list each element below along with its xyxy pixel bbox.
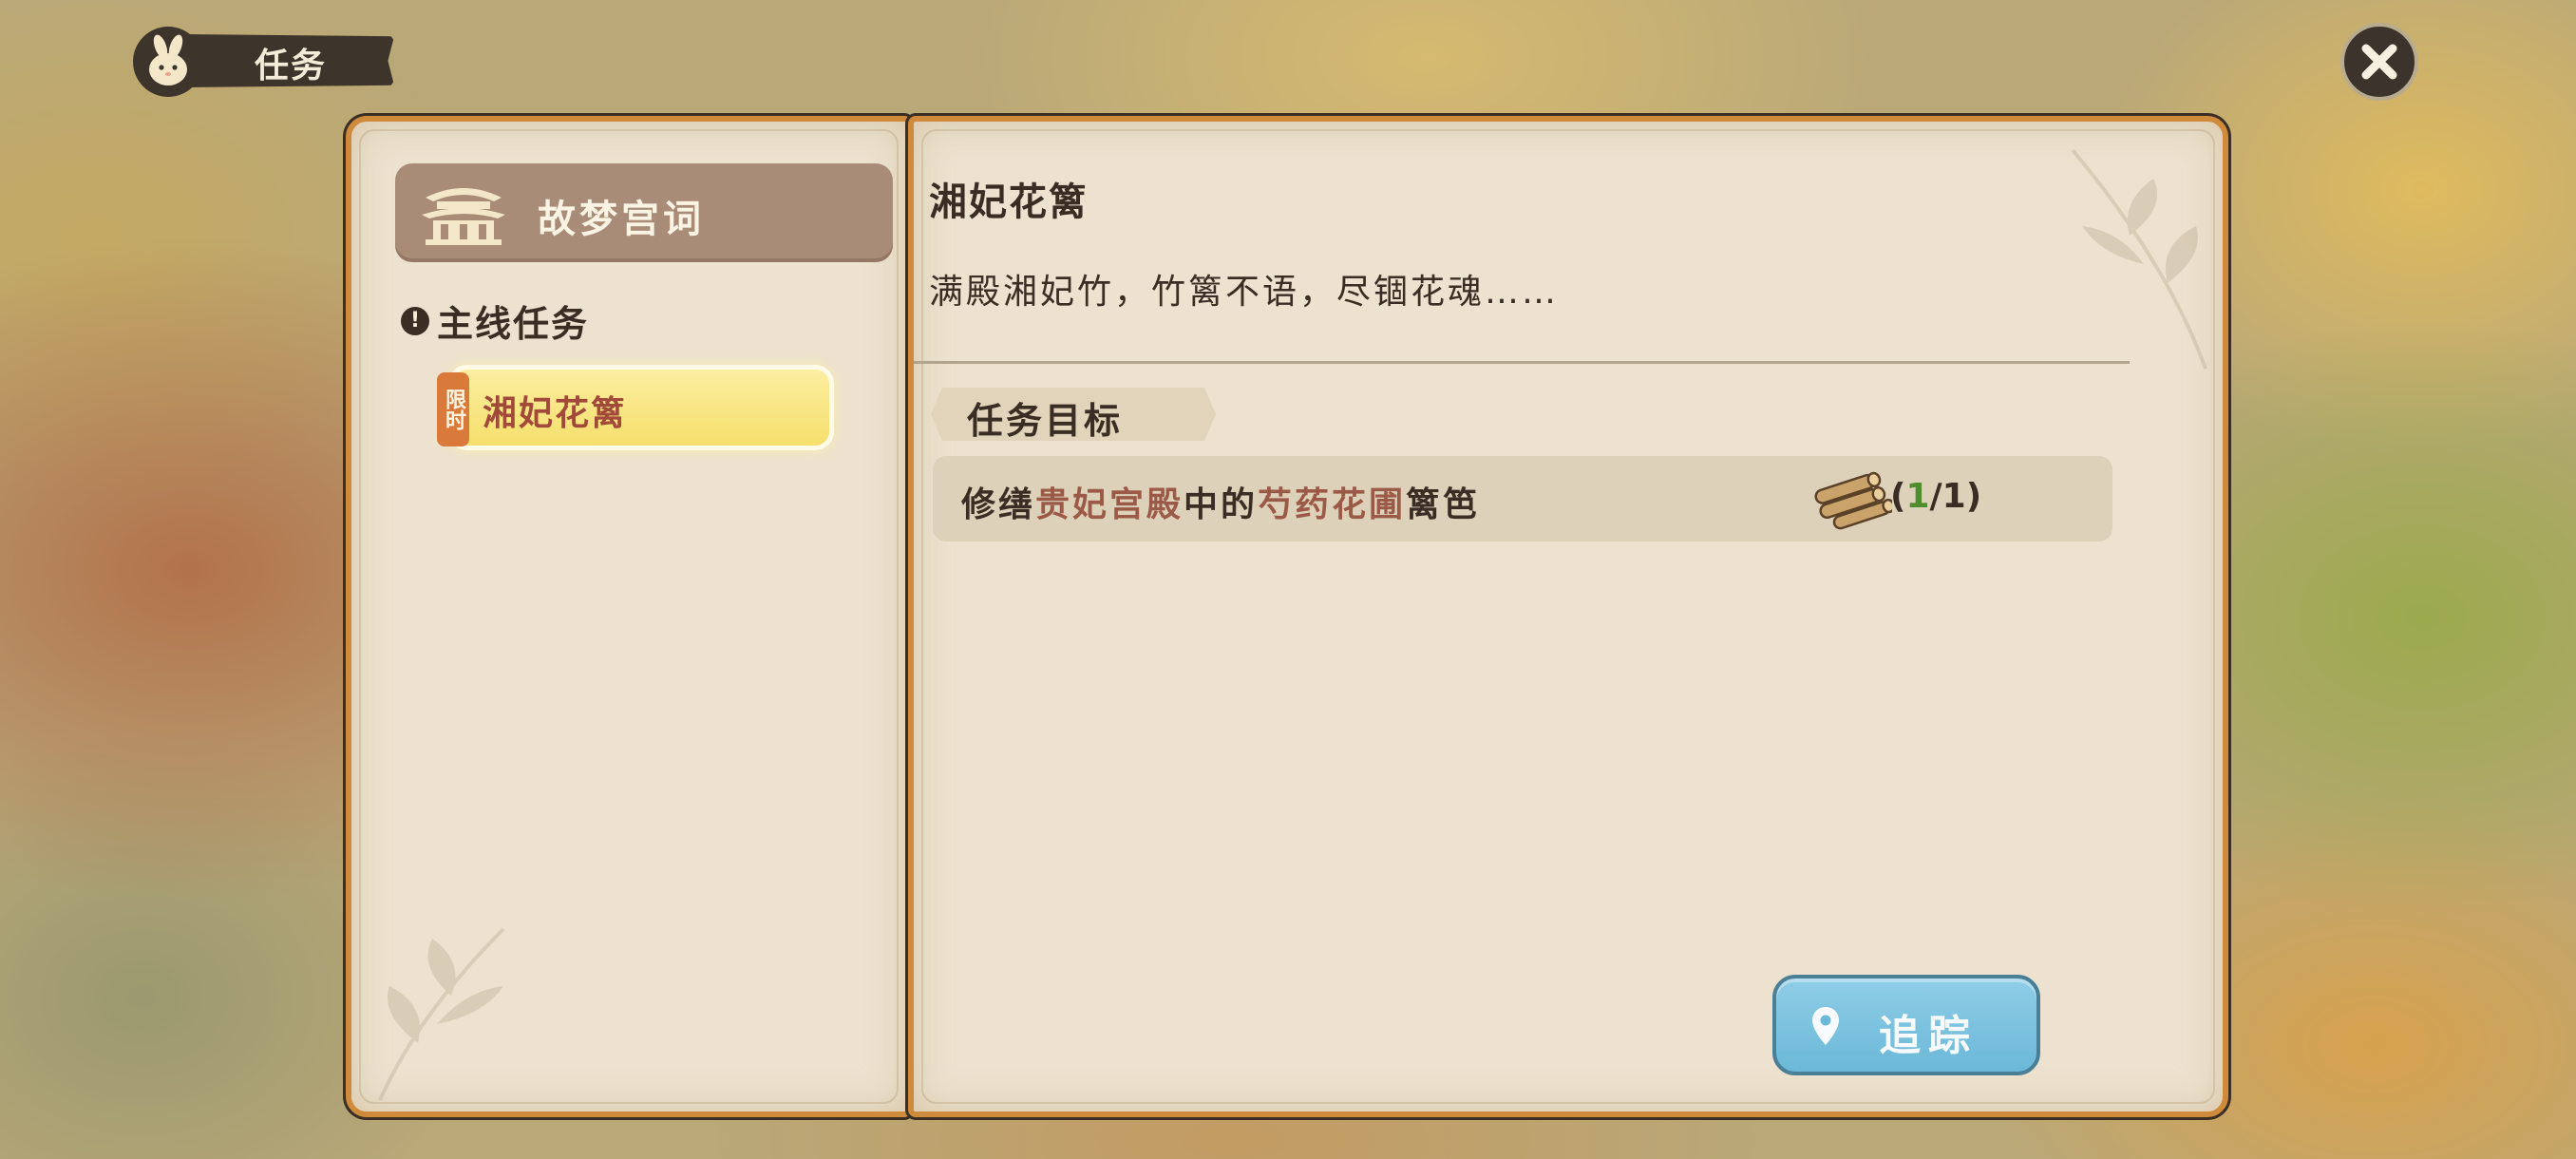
track-button[interactable]: 追踪 bbox=[1772, 975, 2040, 1075]
alert-icon: ! bbox=[401, 306, 429, 335]
objective-target: 芍药花圃 bbox=[1258, 485, 1407, 524]
quest-description: 满殿湘妃竹，竹篱不语，尽锢花魂…… bbox=[929, 273, 1560, 312]
objective-row: 修缮贵妃宫殿中的芍药花圃篱笆 (1/1) bbox=[933, 456, 2112, 542]
leaf-decoration-icon bbox=[378, 927, 505, 1101]
quest-detail-page: 湘妃花篱 满殿湘妃竹，竹篱不语，尽锢花魂…… 任务目标 修缮贵妃宫殿中的芍药花圃… bbox=[908, 116, 2228, 1117]
window-title: 任务 bbox=[255, 47, 328, 86]
quest-list-page: 故梦宫词 ! 主线任务 限时 湘妃花篱 bbox=[346, 116, 912, 1117]
close-icon bbox=[2361, 44, 2397, 80]
limited-time-badge: 限时 bbox=[437, 372, 469, 446]
wood-logs-icon bbox=[1814, 471, 1892, 530]
section-label: 主线任务 bbox=[437, 303, 590, 345]
palace-icon bbox=[422, 188, 505, 245]
objective-text: 修缮贵妃宫殿中的芍药花圃篱笆 bbox=[961, 477, 1480, 526]
progress-open: ( bbox=[1890, 477, 1906, 516]
quest-list-item-selected[interactable]: 限时 湘妃花篱 bbox=[437, 365, 836, 450]
category-header[interactable]: 故梦宫词 bbox=[395, 163, 893, 262]
objective-suffix: 篱笆 bbox=[1406, 485, 1481, 524]
divider bbox=[914, 361, 2130, 364]
objective-progress: (1/1) bbox=[1890, 477, 1981, 516]
objective-middle: 中的 bbox=[1184, 485, 1259, 524]
main-quest-section: ! 主线任务 bbox=[401, 294, 589, 347]
window-title-tag: 任务 bbox=[133, 27, 399, 97]
rabbit-icon bbox=[133, 27, 203, 97]
close-button[interactable] bbox=[2340, 23, 2418, 101]
objectives-header: 任务目标 bbox=[967, 400, 1124, 442]
progress-current: 1 bbox=[1905, 477, 1930, 516]
progress-total: /1) bbox=[1929, 477, 1982, 516]
category-label: 故梦宫词 bbox=[538, 198, 705, 241]
track-button-label: 追踪 bbox=[1879, 1012, 1978, 1060]
objective-prefix: 修缮 bbox=[961, 485, 1036, 524]
objective-location: 贵妃宫殿 bbox=[1035, 485, 1184, 524]
quest-title: 湘妃花篱 bbox=[929, 180, 1089, 224]
location-pin-icon bbox=[1812, 1007, 1839, 1045]
leaf-decoration-icon bbox=[2071, 148, 2207, 370]
quest-book: 故梦宫词 ! 主线任务 限时 湘妃花篱 湘妃花篱 满殿湘妃竹，竹篱不语，尽锢花魂… bbox=[346, 116, 2228, 1117]
quest-item-label: 湘妃花篱 bbox=[483, 394, 628, 433]
